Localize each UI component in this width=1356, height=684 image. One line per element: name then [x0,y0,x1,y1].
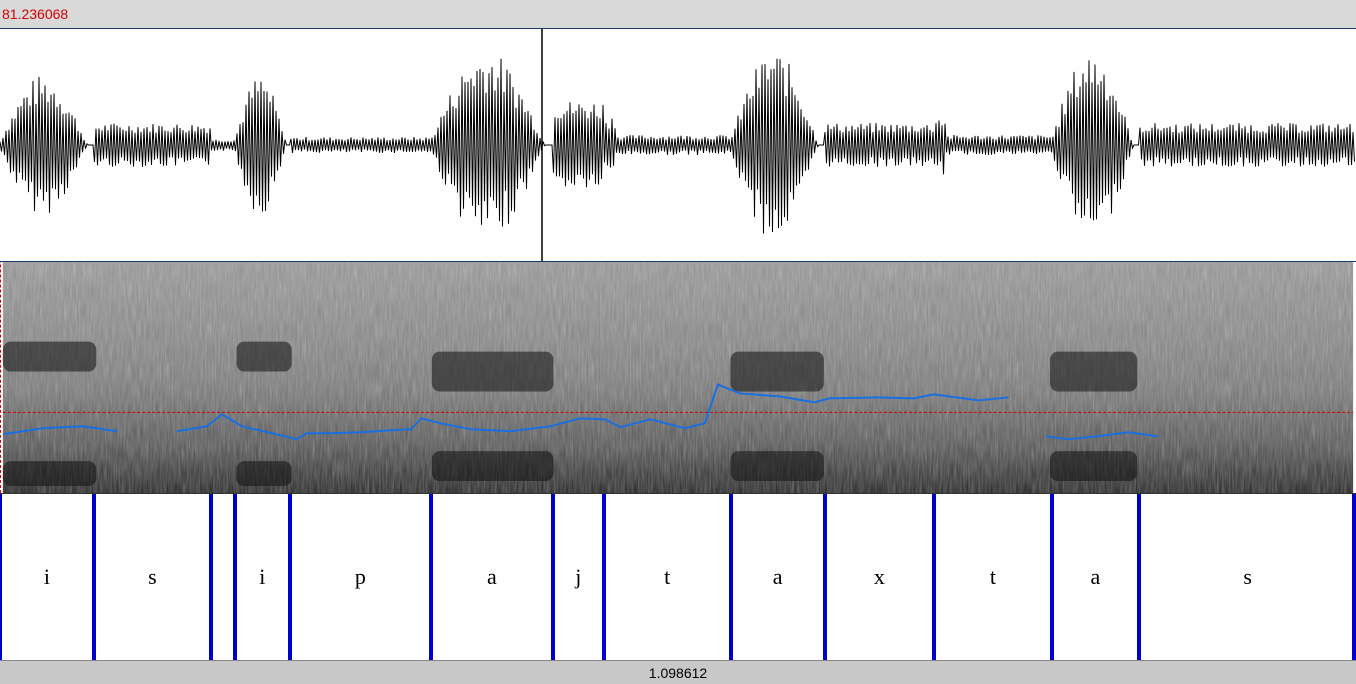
segment-label: t [664,564,671,589]
segment-boundary[interactable] [728,494,733,661]
segment-label: x [873,564,885,589]
formant-band [1050,451,1138,482]
segment-label: i [259,564,266,589]
segment-boundary[interactable] [91,494,96,661]
segment-boundary[interactable] [288,494,293,661]
segment-boundary[interactable] [232,494,237,661]
formant-band [730,351,824,392]
segment-label: a [772,564,783,589]
segment-label: i [43,564,50,589]
selection-duration-readout: 1.098612 [648,665,708,681]
formant-band [431,351,554,392]
segment-label: p [354,564,366,589]
segment-label: s [1243,564,1252,589]
segment-boundary[interactable] [1049,494,1054,661]
segment-label: s [148,564,157,589]
top-bar: 81.236068 [0,0,1356,29]
bottom-bar: 1.098612 [0,660,1356,684]
segment-boundary[interactable] [1137,494,1142,661]
segment-label: a [1090,564,1101,589]
segment-boundary[interactable] [550,494,555,661]
segment-boundary[interactable] [822,494,827,661]
segment-boundary[interactable] [428,494,433,661]
segment-tier[interactable]: isipajtaxtas [0,493,1356,661]
formant-band [2,341,97,372]
formant-band [2,461,97,487]
segment-boundary[interactable] [932,494,937,661]
spectrogram-panel[interactable] [0,261,1356,493]
segment-boundary[interactable] [601,494,606,661]
formant-band [236,461,292,487]
formant-band [1050,351,1138,392]
formant-band [431,451,554,482]
formant-band [236,341,292,372]
waveform-trace [0,58,1355,234]
segment-label: a [486,564,497,589]
segment-label: t [989,564,997,589]
segment-boundary[interactable] [1352,494,1356,661]
cursor-time-readout: 81.236068 [2,6,69,22]
segment-label: j [575,564,582,589]
formant-band [730,451,824,482]
waveform-panel[interactable] [0,29,1356,261]
segment-boundary[interactable] [209,494,214,661]
segment-boundary[interactable] [0,494,2,661]
